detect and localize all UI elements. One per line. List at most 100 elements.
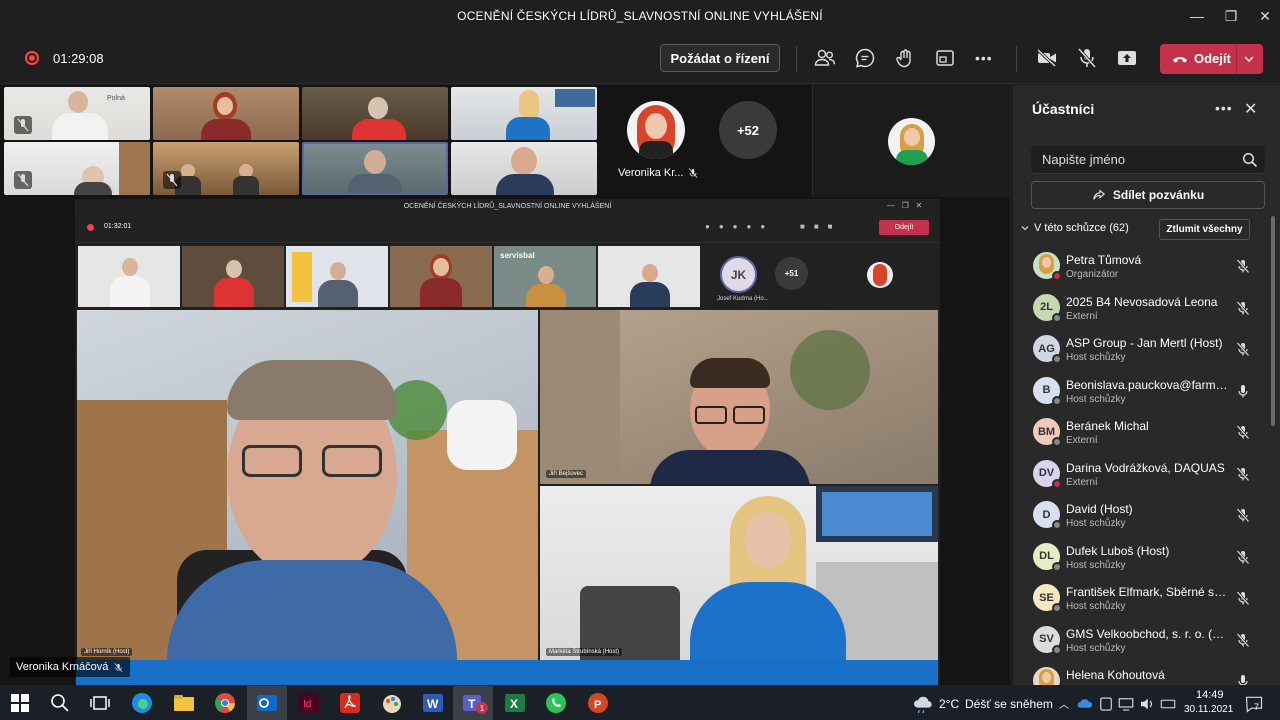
panel-more-button[interactable]: ••• bbox=[1215, 100, 1233, 116]
people-icon[interactable] bbox=[813, 46, 837, 70]
video-thumbnail[interactable] bbox=[4, 142, 150, 195]
acrobat-icon[interactable] bbox=[338, 691, 362, 715]
avatar-photo-face bbox=[1042, 257, 1051, 268]
participant-row[interactable]: SE František Elfmark, Sběrné sur... Host s… bbox=[1013, 580, 1269, 622]
network-icon[interactable] bbox=[1117, 695, 1135, 713]
leave-label: Odejít bbox=[1194, 51, 1231, 66]
outlook-icon[interactable] bbox=[255, 691, 279, 715]
share-invite-button[interactable]: Sdílet pozvánku bbox=[1031, 181, 1265, 209]
participant-row[interactable]: DL Dufek Luboš (Host) Host schůzky bbox=[1013, 539, 1269, 581]
muted-mic-icon[interactable] bbox=[1235, 300, 1251, 316]
file-explorer-icon[interactable] bbox=[172, 691, 196, 715]
mic-off-icon[interactable] bbox=[1075, 46, 1099, 70]
participant-row[interactable]: 2L 2025 B4 Nevosadová Leona Externí bbox=[1013, 290, 1269, 332]
participant-initials: DV bbox=[1038, 467, 1055, 479]
weather-icon[interactable] bbox=[912, 692, 934, 714]
participant-row[interactable]: B Beonislava.pauckova@farmak... Host schůz… bbox=[1013, 373, 1269, 415]
temperature: 2°C bbox=[939, 697, 960, 711]
recording-icon bbox=[25, 51, 39, 65]
participant-list-scrollbar[interactable] bbox=[1271, 216, 1275, 426]
participant-initials: SV bbox=[1039, 633, 1054, 645]
search-icon[interactable] bbox=[48, 691, 72, 715]
paint-icon[interactable] bbox=[380, 691, 404, 715]
title-bar: OCENĚNÍ ČESKÝCH LÍDRŮ_SLAVNOSTNÍ ONLINE … bbox=[0, 0, 1280, 32]
video-thumbnail[interactable] bbox=[153, 87, 299, 140]
request-control-button[interactable]: Požádat o řízení bbox=[660, 44, 780, 72]
maximize-button[interactable]: ❐ bbox=[1212, 0, 1250, 32]
muted-mic-icon[interactable] bbox=[1235, 632, 1251, 648]
participant-row[interactable]: Petra Tůmová Organizátor bbox=[1013, 248, 1269, 290]
video-thumbnail-active-speaker[interactable] bbox=[302, 142, 448, 195]
shared-initials-name: Josef Kudrna (Ho... bbox=[717, 296, 769, 302]
muted-mic-icon[interactable] bbox=[1235, 258, 1251, 274]
participant-row[interactable]: BM Beránek Michal Externí bbox=[1013, 414, 1269, 456]
participant-row[interactable]: SV GMS Velkoobchod, s. r. o. (Ho... Host s… bbox=[1013, 622, 1269, 664]
video-thumbnail[interactable] bbox=[302, 87, 448, 140]
participant-initials: B bbox=[1042, 384, 1051, 396]
participant-row[interactable]: AG ASP Group - Jan Mertl (Host) Host schůz… bbox=[1013, 331, 1269, 373]
share-icon bbox=[1092, 189, 1105, 200]
more-participants-button[interactable]: +52 bbox=[719, 101, 777, 159]
close-window-button[interactable]: ✕ bbox=[1246, 0, 1280, 32]
shared-video-right-bottom: Markéta Štrubínská (Host) bbox=[540, 486, 938, 662]
video-thumbnail[interactable]: Polná bbox=[4, 87, 150, 140]
windows-start-icon[interactable] bbox=[8, 691, 32, 715]
excel-icon[interactable]: X bbox=[503, 691, 527, 715]
in-meeting-section[interactable]: V této schůzce (62) bbox=[1021, 222, 1129, 234]
minimize-button[interactable]: — bbox=[1178, 0, 1216, 32]
muted-mic-icon[interactable] bbox=[1235, 590, 1251, 606]
mute-all-button[interactable]: Ztlumit všechny bbox=[1159, 219, 1250, 240]
muted-mic-icon[interactable] bbox=[1235, 507, 1251, 523]
participant-name: Veronika Kr... bbox=[618, 167, 684, 179]
participant-row[interactable]: DV Darina Vodrážková, DAQUAS Externí bbox=[1013, 456, 1269, 498]
participant-row[interactable]: Helena Kohoutová bbox=[1013, 663, 1269, 685]
muted-mic-icon[interactable] bbox=[1235, 466, 1251, 482]
search-icon[interactable] bbox=[1242, 152, 1258, 168]
video-thumbnail[interactable] bbox=[153, 142, 299, 195]
task-view-icon[interactable] bbox=[88, 691, 112, 715]
mic-icon[interactable] bbox=[1235, 383, 1251, 399]
share-screen-icon[interactable] bbox=[1115, 46, 1139, 70]
participant-row[interactable]: D David (Host) Host schůzky bbox=[1013, 497, 1269, 539]
clock-time[interactable]: 14:49 bbox=[1196, 689, 1224, 701]
meeting-toolbar: 01:29:08 Požádat o řízení ••• Odejít bbox=[0, 32, 1280, 84]
more-actions-button[interactable]: ••• bbox=[975, 50, 999, 74]
shared-thumbnail bbox=[286, 246, 388, 307]
chevron-down-icon[interactable] bbox=[1243, 53, 1255, 65]
shared-toolbar: 01:32:01 ●●●●● ■■■ Odejít bbox=[75, 213, 940, 243]
powerpoint-icon[interactable]: P bbox=[586, 691, 610, 715]
onedrive-icon[interactable] bbox=[1076, 695, 1094, 713]
chat-icon[interactable] bbox=[853, 46, 877, 70]
reactions-icon[interactable] bbox=[893, 46, 917, 70]
edge-browser-icon[interactable] bbox=[130, 691, 154, 715]
word-icon[interactable]: W bbox=[421, 691, 445, 715]
mic-icon[interactable] bbox=[1235, 673, 1251, 685]
keyboard-layout-icon[interactable] bbox=[1159, 695, 1177, 713]
indesign-icon[interactable]: Id bbox=[297, 691, 321, 715]
whatsapp-icon[interactable] bbox=[544, 691, 568, 715]
chrome-icon[interactable] bbox=[213, 691, 237, 715]
leave-button[interactable]: Odejít bbox=[1160, 44, 1263, 74]
participant-avatar[interactable] bbox=[627, 101, 685, 159]
muted-mic-icon[interactable] bbox=[1235, 424, 1251, 440]
participant-search-input[interactable] bbox=[1031, 146, 1265, 174]
volume-icon[interactable] bbox=[1138, 695, 1156, 713]
shared-media-icons: ■■■ bbox=[800, 222, 842, 231]
panel-close-button[interactable]: ✕ bbox=[1244, 99, 1257, 119]
participants-panel: Účastníci ••• ✕ Sdílet pozvánku V této s… bbox=[1012, 85, 1280, 685]
muted-mic-icon[interactable] bbox=[1235, 341, 1251, 357]
tray-app-icon[interactable] bbox=[1097, 695, 1115, 713]
rooms-icon[interactable] bbox=[933, 46, 957, 70]
video-name-label: Markéta Štrubínská (Host) bbox=[546, 648, 623, 656]
svg-text:X: X bbox=[510, 697, 518, 711]
panel-title: Účastníci bbox=[1032, 101, 1095, 117]
video-thumbnail[interactable] bbox=[451, 142, 597, 195]
show-hidden-icons-chevron[interactable]: ︿ bbox=[1059, 696, 1069, 711]
clock-date[interactable]: 30.11.2021 bbox=[1184, 704, 1233, 715]
presence-status-icon bbox=[1052, 561, 1062, 572]
muted-mic-icon[interactable] bbox=[1235, 549, 1251, 565]
muted-mic-icon bbox=[689, 168, 698, 178]
video-thumbnail[interactable] bbox=[451, 87, 597, 140]
camera-off-icon[interactable] bbox=[1035, 46, 1059, 70]
self-view-tile[interactable] bbox=[812, 85, 1010, 197]
